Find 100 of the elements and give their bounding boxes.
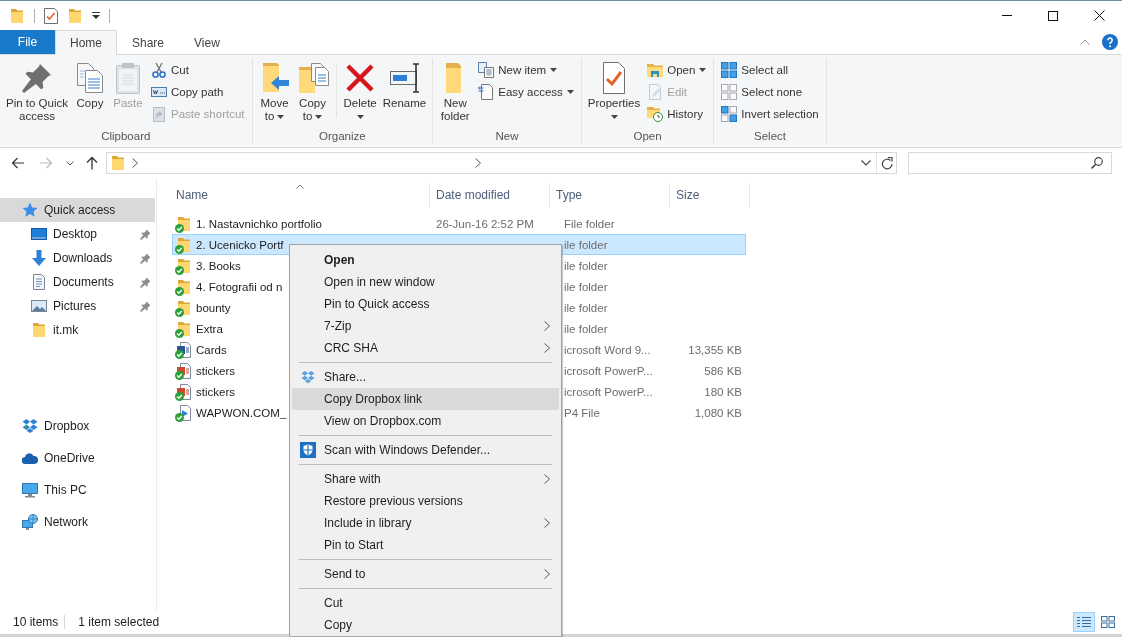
file-name[interactable]: stickers xyxy=(196,364,235,377)
up-arrow-icon xyxy=(86,156,98,170)
help-icon[interactable] xyxy=(1102,34,1118,50)
file-name[interactable]: stickers xyxy=(196,385,235,398)
column-header[interactable]: Name xyxy=(170,183,430,207)
ribbon-group-label: Open xyxy=(632,129,663,144)
nav-item[interactable]: Quick access xyxy=(0,198,155,222)
file-size: 180 KB xyxy=(704,385,742,398)
folder-icon xyxy=(110,155,126,171)
file-name[interactable]: Extra xyxy=(196,322,223,335)
nav-item[interactable]: Pictures xyxy=(0,294,155,318)
menu-item[interactable]: Send to xyxy=(292,563,559,585)
menu-item[interactable]: Restore previous versions xyxy=(292,490,559,512)
menu-item[interactable]: Open in new window xyxy=(292,271,559,293)
checked-document-icon[interactable] xyxy=(44,7,58,24)
grid-icon xyxy=(1101,616,1115,628)
file-name[interactable]: 1. Nastavnichko portfolio xyxy=(196,217,322,230)
right-arrow-icon xyxy=(39,157,53,169)
refresh-button[interactable] xyxy=(876,153,896,173)
chevron-right-icon xyxy=(132,158,138,168)
cloud-icon xyxy=(22,452,38,464)
desktop-icon xyxy=(31,226,47,242)
ribbon-tab[interactable]: File xyxy=(0,30,55,54)
ribbon-button[interactable]: Cut xyxy=(148,59,248,81)
ribbon-button[interactable]: Copy path xyxy=(148,81,248,103)
file-name[interactable]: bounty xyxy=(196,301,231,314)
folder-icon[interactable] xyxy=(67,7,83,24)
folder-icon xyxy=(9,7,25,24)
file-type: ile folder xyxy=(564,301,608,314)
nav-item[interactable]: it.mk xyxy=(0,318,155,342)
file-type: ile folder xyxy=(564,280,608,293)
ribbon-button[interactable]: Copy to xyxy=(293,58,332,128)
menu-item[interactable]: Share... xyxy=(292,366,559,388)
nav-item[interactable]: Downloads xyxy=(0,246,155,270)
file-type: icrosoft Word 9... xyxy=(564,343,651,356)
file-name[interactable]: 4. Fotografii od n xyxy=(196,280,283,293)
menu-item[interactable]: Include in library xyxy=(292,512,559,534)
column-header[interactable]: Date modified xyxy=(430,183,550,207)
menu-item[interactable]: Cut xyxy=(292,592,559,614)
ribbon-button[interactable]: New item xyxy=(475,59,577,81)
ribbon-button[interactable]: Move to xyxy=(255,58,294,128)
chevron-down-icon xyxy=(66,160,74,166)
menu-item[interactable]: Copy Dropbox link xyxy=(292,388,559,410)
ribbon-button[interactable]: Select all xyxy=(718,59,822,81)
ribbon-tab[interactable]: Share xyxy=(117,30,180,55)
ribbon-button[interactable]: Open xyxy=(644,59,710,81)
ribbon-tab[interactable]: Home xyxy=(55,30,117,55)
ribbon-button[interactable]: New folder xyxy=(436,58,475,128)
nav-item[interactable]: Documents xyxy=(0,270,155,294)
file-type: icrosoft PowerP... xyxy=(564,385,653,398)
item-count: 10 items xyxy=(13,615,59,629)
empty-grid-icon xyxy=(721,84,738,100)
star-icon xyxy=(22,202,38,218)
minimize-icon xyxy=(1002,15,1012,16)
nav-item[interactable]: Dropbox xyxy=(0,414,155,438)
search-field[interactable] xyxy=(908,152,1112,174)
caret-icon[interactable] xyxy=(92,12,100,19)
menu-item[interactable]: CRC SHA xyxy=(292,337,559,359)
file-name[interactable]: 2. Ucenicko Portf xyxy=(196,238,284,251)
ribbon-button[interactable]: Invert selection xyxy=(718,103,822,125)
chevron-up-icon[interactable] xyxy=(1080,39,1090,45)
ribbon-button[interactable]: Rename xyxy=(379,58,430,128)
file-type: P4 File xyxy=(564,406,600,419)
search-icon xyxy=(1091,157,1103,169)
ribbon-button[interactable]: Select none xyxy=(718,81,822,103)
ribbon-button[interactable]: Copy xyxy=(71,58,109,128)
ribbon-button[interactable]: Pin to Quick access xyxy=(3,58,71,128)
ribbon-group-label: New xyxy=(494,129,520,144)
ribbon-tab[interactable]: View xyxy=(179,30,235,55)
menu-item[interactable]: Pin to Start xyxy=(292,534,559,556)
column-header[interactable]: Size xyxy=(670,183,750,207)
address-field[interactable] xyxy=(106,152,897,174)
menu-item[interactable]: View on Dropbox.com xyxy=(292,410,559,432)
details-view-button[interactable] xyxy=(1073,612,1095,632)
document-icon xyxy=(31,274,47,290)
menu-item[interactable]: Pin to Quick access xyxy=(292,293,559,315)
nav-item[interactable]: Desktop xyxy=(0,222,155,246)
file-name[interactable]: 3. Books xyxy=(196,259,241,272)
menu-item[interactable]: Open xyxy=(292,249,559,271)
ribbon-button[interactable]: History xyxy=(644,103,710,125)
file-name[interactable]: Cards xyxy=(196,343,227,356)
file-type: ile folder xyxy=(564,259,608,272)
menu-item[interactable]: Scan with Windows Defender... xyxy=(292,439,559,461)
menu-item[interactable]: 7-Zip xyxy=(292,315,559,337)
ribbon-group-label: Organize xyxy=(318,129,367,144)
nav-item[interactable]: OneDrive xyxy=(0,446,155,470)
nav-item[interactable]: This PC xyxy=(0,478,155,502)
pushpin-icon xyxy=(21,62,53,94)
file-size: 1,080 KB xyxy=(694,406,742,419)
x-mark-icon xyxy=(344,62,377,94)
nav-item[interactable]: Network xyxy=(0,510,155,534)
pencil-document-icon xyxy=(647,84,664,100)
monitor-icon xyxy=(22,482,38,498)
menu-item[interactable]: Share with xyxy=(292,468,559,490)
menu-item[interactable]: Copy xyxy=(292,614,559,636)
file-name[interactable]: WAPWON.COM_ xyxy=(196,406,287,419)
ribbon-button[interactable]: Properties xyxy=(584,58,644,128)
ribbon-button[interactable]: Delete xyxy=(340,58,380,128)
ribbon-button[interactable]: Easy access xyxy=(475,81,577,103)
column-header[interactable]: Type xyxy=(550,183,670,207)
